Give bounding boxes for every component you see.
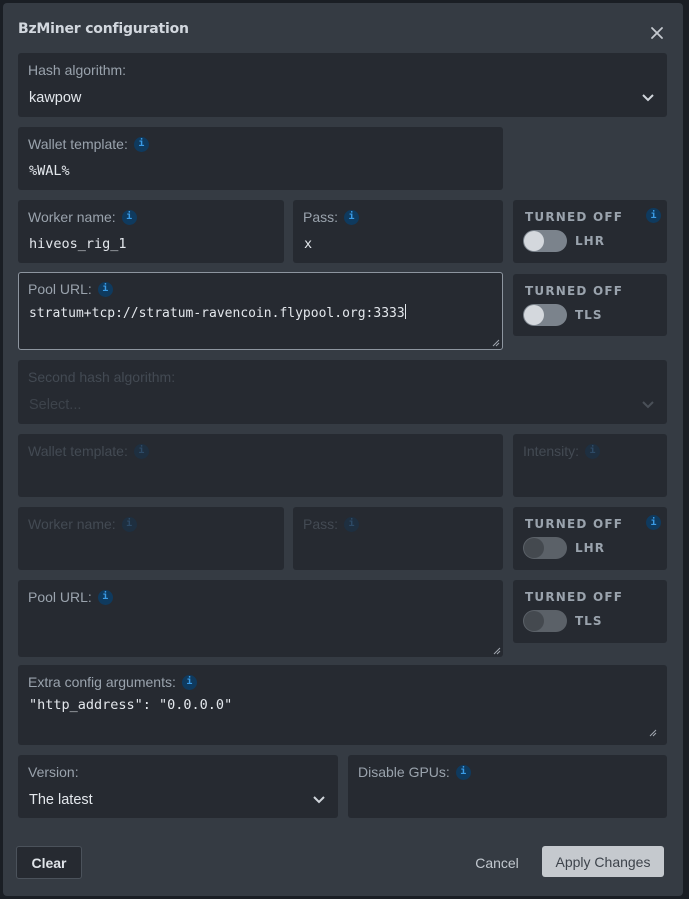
second-pass-label: Pass: [303,516,339,532]
disable-gpus-label: Disable GPUs: [358,764,450,780]
second-hash-algorithm-placeholder: Select... [29,397,82,413]
second-hash-algorithm-select[interactable]: Second hash algorithm: Select... [18,360,667,424]
info-icon[interactable]: i [133,136,149,152]
chevron-down-icon[interactable] [312,795,326,805]
lhr-toggle-box: TURNED OFF i LHR [513,200,667,263]
toggle-knob [524,538,544,558]
second-lhr-state-label: TURNED OFF [525,517,624,531]
second-lhr-toggle-box: TURNED OFF i LHR [513,507,667,570]
cancel-button[interactable]: Cancel [466,846,528,879]
worker-name-value: hiveos_rig_1 [29,236,127,252]
pool-url-value: stratum+tcp://stratum-ravencoin.flypool.… [29,306,405,321]
second-pass-field[interactable]: Pass: i [293,507,503,570]
pass-value: x [304,236,313,252]
disable-gpus-field[interactable]: Disable GPUs: i [348,755,667,818]
resize-handle-icon[interactable] [493,647,501,655]
info-icon[interactable]: i [121,516,137,532]
pass-field[interactable]: Pass: i x [293,200,503,263]
info-icon[interactable]: i [133,443,149,459]
wallet-template-label: Wallet template: [28,136,128,152]
resize-handle-icon[interactable] [649,729,657,737]
info-icon[interactable]: i [646,515,661,530]
extra-config-label: Extra config arguments: [28,674,176,690]
hash-algorithm-select[interactable]: Hash algorithm: kawpow [18,53,667,117]
bzminer-config-dialog: BzMiner configuration Hash algorithm: ka… [3,3,683,896]
info-icon[interactable]: i [344,209,360,225]
info-icon[interactable]: i [97,589,113,605]
second-wallet-template-label: Wallet template: [28,443,128,459]
worker-name-label: Worker name: [28,209,116,225]
second-lhr-label: LHR [575,541,605,555]
info-icon[interactable]: i [181,674,197,690]
version-value: The latest [29,792,93,808]
apply-changes-button[interactable]: Apply Changes [542,846,664,877]
tls-state-label: TURNED OFF [525,284,624,298]
wallet-template-value: %WAL% [29,163,70,179]
info-icon[interactable]: i [97,281,113,297]
second-worker-name-field[interactable]: Worker name: i [18,507,284,570]
chevron-down-icon[interactable] [641,400,655,410]
lhr-toggle[interactable] [523,230,567,252]
toggle-knob [524,611,544,631]
intensity-field[interactable]: Intensity: i [513,434,667,497]
info-icon[interactable]: i [344,516,360,532]
lhr-label: LHR [575,234,605,248]
text-cursor [404,304,406,319]
info-icon[interactable]: i [646,208,661,223]
tls-toggle-box: TURNED OFF TLS [513,274,667,336]
pool-url-field[interactable]: Pool URL: i stratum+tcp://stratum-ravenco… [18,272,503,350]
extra-config-field[interactable]: Extra config arguments: i "http_address":… [18,665,667,745]
lhr-state-label: TURNED OFF [525,210,624,224]
wallet-template-field[interactable]: Wallet template: i %WAL% [18,127,503,190]
toggle-knob [524,305,544,325]
toggle-knob [524,231,544,251]
clear-button[interactable]: Clear [16,846,82,879]
pass-label: Pass: [303,209,339,225]
resize-handle-icon[interactable] [492,339,500,347]
dialog-title: BzMiner configuration [18,21,189,37]
tls-label: TLS [575,308,603,322]
second-tls-label: TLS [575,614,603,628]
info-icon[interactable]: i [121,209,137,225]
version-label: Version: [28,764,79,780]
second-lhr-toggle[interactable] [523,537,567,559]
close-icon[interactable] [649,25,665,41]
second-hash-algorithm-label: Second hash algorithm: [28,369,176,385]
hash-algorithm-value: kawpow [29,90,82,106]
second-tls-toggle[interactable] [523,610,567,632]
second-wallet-template-field[interactable]: Wallet template: i [18,434,503,497]
version-select[interactable]: Version: The latest [18,755,338,818]
second-tls-toggle-box: TURNED OFF TLS [513,580,667,643]
info-icon[interactable]: i [455,764,471,780]
extra-config-value: "http_address": "0.0.0.0" [29,697,233,713]
chevron-down-icon[interactable] [641,93,655,103]
second-pool-url-field[interactable]: Pool URL: i [18,580,503,657]
tls-toggle[interactable] [523,304,567,326]
pool-url-label: Pool URL: [28,281,92,297]
worker-name-field[interactable]: Worker name: i hiveos_rig_1 [18,200,284,263]
second-pool-url-label: Pool URL: [28,589,92,605]
info-icon[interactable]: i [585,443,601,459]
second-worker-name-label: Worker name: [28,516,116,532]
second-tls-state-label: TURNED OFF [525,590,624,604]
hash-algorithm-label: Hash algorithm: [28,62,127,78]
intensity-label: Intensity: [523,443,580,459]
